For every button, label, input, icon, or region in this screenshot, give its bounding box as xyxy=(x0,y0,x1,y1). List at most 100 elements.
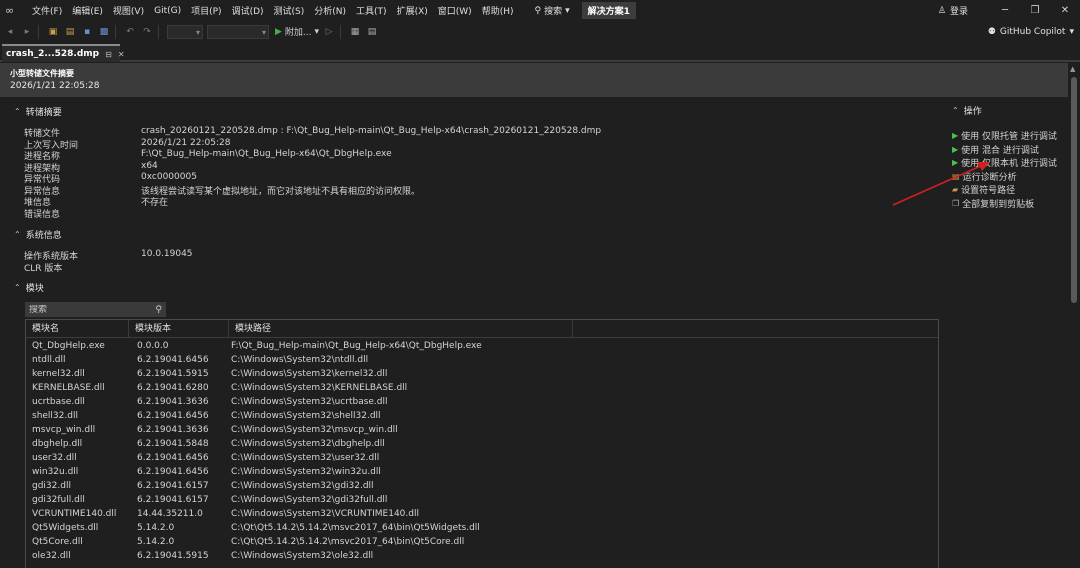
column-header-module-name[interactable]: 模块名 xyxy=(26,320,129,338)
scroll-up-icon[interactable]: ▲ xyxy=(1070,65,1075,73)
table-row[interactable]: Qt_DbgHelp.exe 0.0.0.0 F:\Qt_Bug_Help-main… xyxy=(26,339,938,353)
table-row[interactable]: ntdll.dll 6.2.19041.6456 C:\Windows\System… xyxy=(26,353,938,367)
tab-crash-dump[interactable]: crash_2...528.dmp ⊟ ✕ xyxy=(2,44,125,62)
visual-studio-logo-icon[interactable]: ∞ xyxy=(5,4,19,17)
menu-view[interactable]: 视图(V) xyxy=(108,4,149,17)
cell-module-name: ntdll.dll xyxy=(32,355,66,365)
login-button[interactable]: ♙ 登录 xyxy=(938,4,968,18)
value-process-arch: x64 xyxy=(141,160,158,171)
menu-file[interactable]: 文件(F) xyxy=(27,4,67,17)
actions-title: 操作 xyxy=(963,107,982,117)
save-icon[interactable]: ▪ xyxy=(80,25,94,39)
platform-dropdown[interactable] xyxy=(207,24,269,39)
solution-name-badge[interactable]: 解决方案1 xyxy=(581,2,636,19)
cell-module-name: msvcp_win.dll xyxy=(32,425,96,435)
value-exception-code: 0xc0000005 xyxy=(141,172,197,182)
close-icon[interactable]: ✕ xyxy=(118,50,125,59)
scrollbar-thumb[interactable] xyxy=(1071,77,1077,303)
back-icon[interactable]: ◂ xyxy=(3,25,17,39)
action-label: 设置符号路径 xyxy=(961,186,1016,197)
cell-module-version: 6.2.19041.6456 xyxy=(137,467,209,477)
section-header-modules[interactable]: ⌃ 模块 xyxy=(14,281,44,294)
menu-help[interactable]: 帮助(H) xyxy=(477,4,519,17)
table-row[interactable]: ole32.dll 6.2.19041.5915 C:\Windows\System… xyxy=(26,549,938,563)
save-all-icon[interactable]: ▩ xyxy=(97,25,111,39)
table-row[interactable]: kernel32.dll 6.2.19041.5915 C:\Windows\Sys… xyxy=(26,367,938,381)
run-diagnostics-link[interactable]: ▤ 运行诊断分析 xyxy=(952,170,1062,184)
menu-tools[interactable]: 工具(T) xyxy=(351,4,392,17)
table-row[interactable]: KERNELBASE.dll 6.2.19041.6280 C:\Windows\S… xyxy=(26,381,938,395)
table-row[interactable]: msvcp_win.dll 6.2.19041.3636 C:\Windows\Sy… xyxy=(26,423,938,437)
table-row[interactable]: Qt5Core.dll 5.14.2.0 C:\Qt\Qt5.14.2\5.14.2… xyxy=(26,535,938,549)
debug-native-only-link[interactable]: ▶ 使用 仅限本机 进行调试 xyxy=(952,156,1062,170)
attach-button[interactable]: ▶ 附加... ▾ xyxy=(275,25,319,39)
layout-icon[interactable]: ▦ xyxy=(348,25,362,39)
cell-module-version: 6.2.19041.5915 xyxy=(137,551,209,561)
configuration-dropdown[interactable] xyxy=(167,24,203,39)
table-row[interactable]: gdi32.dll 6.2.19041.6157 C:\Windows\System… xyxy=(26,479,938,493)
redo-icon[interactable]: ↷ xyxy=(140,25,154,39)
value-dump-file: crash_20260121_220528.dmp : F:\Qt_Bug_He… xyxy=(141,126,602,136)
minimize-icon[interactable]: ─ xyxy=(990,5,1020,16)
search-icon[interactable]: ⚲ xyxy=(155,305,162,315)
open-folder-icon[interactable]: ▤ xyxy=(63,25,77,39)
value-exception-info: 该线程尝试读写某个虚拟地址，而它对该地址不具有相应的访问权限。 xyxy=(141,186,421,197)
menu-bar: ∞ 文件(F) 编辑(E) 视图(V) Git(G) 项目(P) 调试(D) 测… xyxy=(0,0,1080,21)
table-row[interactable]: dbghelp.dll 6.2.19041.5848 C:\Windows\Syst… xyxy=(26,437,938,451)
menu-extensions[interactable]: 扩展(X) xyxy=(392,4,433,17)
copilot-icon: ⚉ xyxy=(987,26,996,37)
menu-test[interactable]: 测试(S) xyxy=(269,4,310,17)
actions-header[interactable]: ⌃ 操作 xyxy=(952,104,1062,117)
cell-module-name: ole32.dll xyxy=(32,551,71,561)
menu-debug[interactable]: 调试(D) xyxy=(227,4,269,17)
cell-module-path: C:\Windows\System32\KERNELBASE.dll xyxy=(231,383,408,393)
table-row[interactable]: ucrtbase.dll 6.2.19041.3636 C:\Windows\Sys… xyxy=(26,395,938,409)
table-row[interactable]: win32u.dll 6.2.19041.6456 C:\Windows\Syste… xyxy=(26,465,938,479)
section-header-dump-summary[interactable]: ⌃ 转储摘要 xyxy=(14,105,62,118)
action-label: 使用 仅限托管 进行调试 xyxy=(961,132,1057,143)
play-icon: ▶ xyxy=(275,26,282,37)
cell-module-path: C:\Windows\System32\ole32.dll xyxy=(231,551,374,561)
menu-edit[interactable]: 编辑(E) xyxy=(67,4,108,17)
restore-icon[interactable]: ❐ xyxy=(1020,5,1050,16)
window-layout-icon[interactable]: ▤ xyxy=(365,25,379,39)
start-without-debugging-icon[interactable]: ▷ xyxy=(322,25,336,39)
table-row[interactable]: VCRUNTIME140.dll 14.44.35211.0 C:\Windows\… xyxy=(26,507,938,521)
modules-table: 模块名 模块版本 模块路径 Qt_DbgHelp.exe 0.0.0.0 F:\Qt… xyxy=(25,319,939,568)
forward-icon[interactable]: ▸ xyxy=(20,25,34,39)
table-row[interactable]: user32.dll 6.2.19041.6456 C:\Windows\Syste… xyxy=(26,451,938,465)
cell-module-version: 6.2.19041.5848 xyxy=(137,439,209,449)
cell-module-path: C:\Windows\System32\shell32.dll xyxy=(231,411,381,421)
toolbar-separator xyxy=(158,24,159,39)
section-header-system-info[interactable]: ⌃ 系统信息 xyxy=(14,228,62,241)
close-window-icon[interactable]: ✕ xyxy=(1050,5,1080,16)
menu-search-button[interactable]: ⚲ 搜索 ▾ xyxy=(528,4,575,18)
pin-icon[interactable]: ⊟ xyxy=(105,50,112,59)
table-row[interactable]: gdi32full.dll 6.2.19041.6157 C:\Windows\Sy… xyxy=(26,493,938,507)
cell-module-name: win32u.dll xyxy=(32,467,79,477)
copy-all-to-clipboard-link[interactable]: ❐ 全部复制到剪贴板 xyxy=(952,197,1062,211)
vertical-scrollbar[interactable]: ▲ xyxy=(1068,63,1080,568)
set-symbol-path-link[interactable]: ▰ 设置符号路径 xyxy=(952,183,1062,197)
debug-mixed-link[interactable]: ▶ 使用 混合 进行调试 xyxy=(952,143,1062,157)
table-row[interactable]: Qt5Widgets.dll 5.14.2.0 C:\Qt\Qt5.14.2\5.1… xyxy=(26,521,938,535)
cell-module-version: 6.2.19041.5915 xyxy=(137,369,209,379)
menu-analyze[interactable]: 分析(N) xyxy=(309,4,351,17)
action-label: 使用 混合 进行调试 xyxy=(961,145,1039,156)
debug-managed-only-link[interactable]: ▶ 使用 仅限托管 进行调试 xyxy=(952,129,1062,143)
menu-project[interactable]: 项目(P) xyxy=(186,4,226,17)
table-row[interactable]: shell32.dll 6.2.19041.6456 C:\Windows\Syst… xyxy=(26,409,938,423)
search-icon: ⚲ xyxy=(534,5,542,16)
module-search-input[interactable] xyxy=(29,304,139,315)
cell-module-name: Qt5Widgets.dll xyxy=(32,523,99,533)
page-title: 小型转储文件摘要 xyxy=(10,69,74,78)
column-header-module-path[interactable]: 模块路径 xyxy=(229,320,573,338)
column-header-module-version[interactable]: 模块版本 xyxy=(129,320,229,338)
github-copilot-button[interactable]: ⚉ GitHub Copilot ▾ xyxy=(988,21,1074,42)
menu-window[interactable]: 窗口(W) xyxy=(433,4,477,17)
undo-icon[interactable]: ↶ xyxy=(123,25,137,39)
new-project-icon[interactable]: ▣ xyxy=(46,25,60,39)
menu-git[interactable]: Git(G) xyxy=(149,6,186,16)
menu-search-label: 搜索 xyxy=(544,7,563,17)
cell-module-name: gdi32full.dll xyxy=(32,495,85,505)
